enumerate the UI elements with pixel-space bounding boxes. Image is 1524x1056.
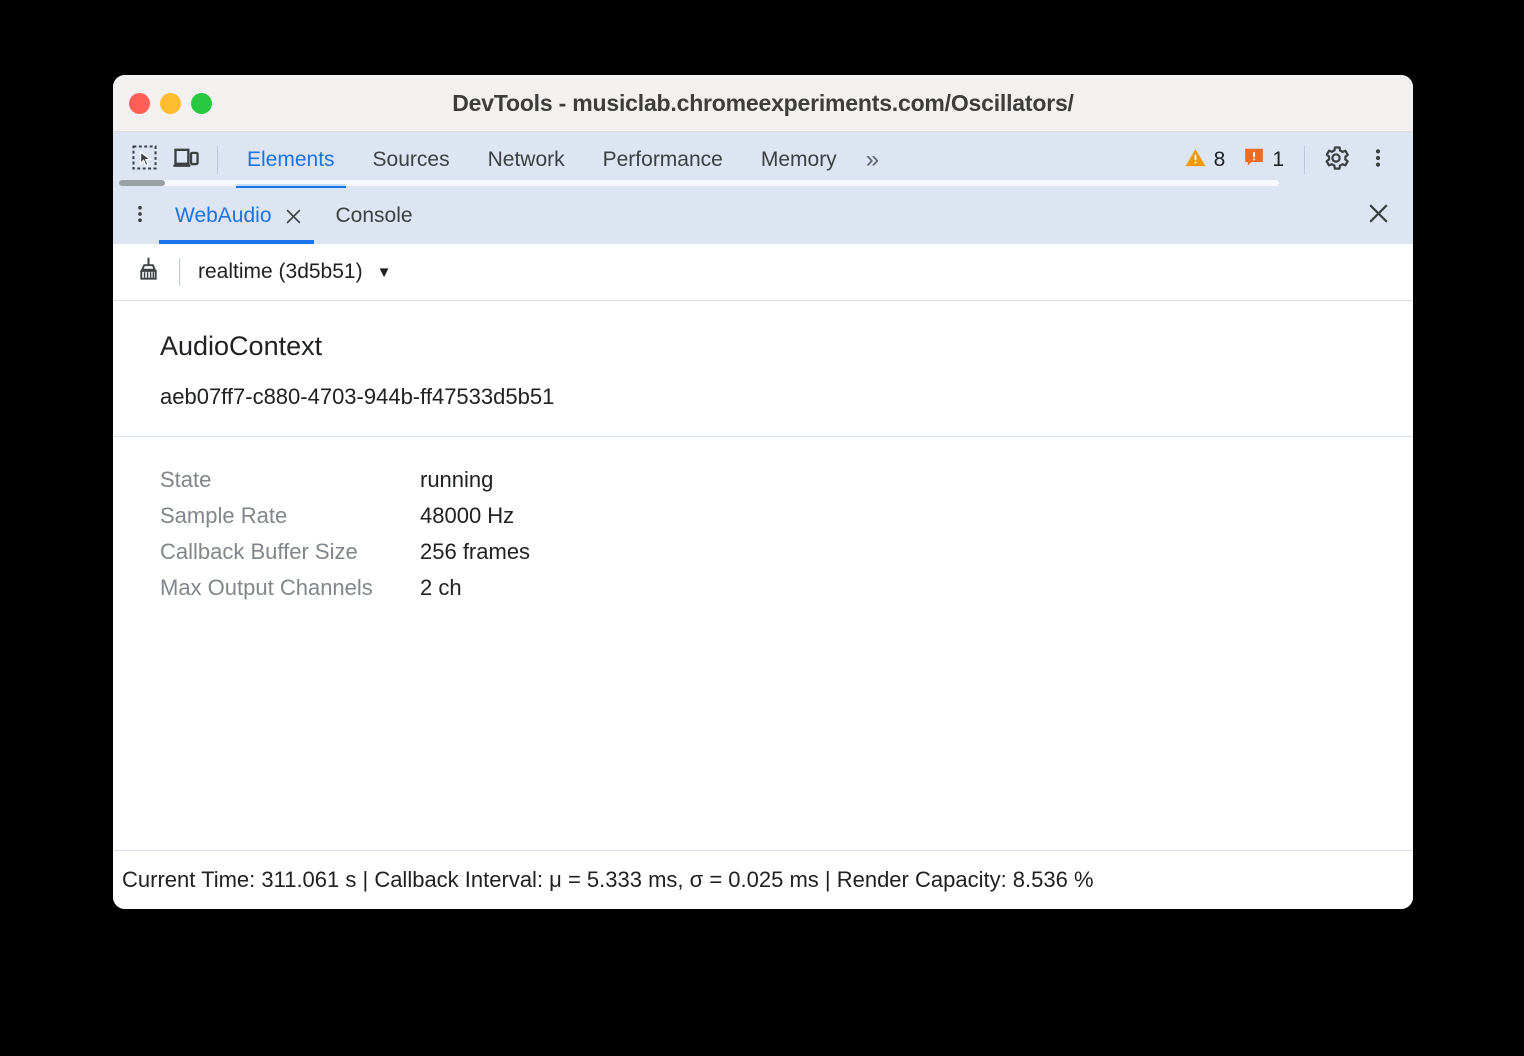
webaudio-toolbar-divider — [179, 258, 180, 286]
device-toolbar-button[interactable] — [165, 139, 207, 181]
devtools-window: DevTools - musiclab.chromeexperiments.co… — [113, 75, 1413, 909]
property-row-sample-rate: Sample Rate 48000 Hz — [160, 503, 1413, 539]
property-label-sample-rate: Sample Rate — [160, 503, 420, 529]
tab-performance-label: Performance — [603, 148, 723, 172]
property-row-max-output-channels: Max Output Channels 2 ch — [160, 575, 1413, 611]
close-icon — [1366, 201, 1391, 231]
window-title: DevTools - musiclab.chromeexperiments.co… — [113, 90, 1413, 117]
tab-network-label: Network — [488, 148, 565, 172]
property-value-max-output-channels: 2 ch — [420, 575, 462, 601]
audio-context-id: aeb07ff7-c880-4703-944b-ff47533d5b51 — [160, 384, 1413, 410]
window-titlebar: DevTools - musiclab.chromeexperiments.co… — [113, 75, 1413, 132]
error-badge[interactable]: 1 — [1237, 146, 1290, 174]
drawer-tab-console[interactable]: Console — [320, 188, 429, 244]
minimize-window-button[interactable] — [160, 93, 181, 114]
issue-badges: 8 1 — [1178, 146, 1290, 175]
property-label-max-output-channels: Max Output Channels — [160, 575, 420, 601]
property-row-state: State running — [160, 467, 1413, 503]
close-webaudio-tab-button[interactable] — [284, 206, 304, 226]
window-controls — [129, 93, 212, 114]
chevron-down-icon: ▼ — [377, 265, 392, 280]
close-drawer-button[interactable] — [1357, 195, 1399, 237]
drawer-tab-console-label: Console — [336, 204, 413, 228]
clear-broom-icon — [135, 256, 162, 288]
drawer-tab-bar: WebAudio Console — [113, 188, 1413, 244]
maximize-window-button[interactable] — [191, 93, 212, 114]
warning-triangle-icon — [1184, 146, 1207, 175]
screenshot-root: DevTools - musiclab.chromeexperiments.co… — [0, 0, 1524, 1056]
property-value-sample-rate: 48000 Hz — [420, 503, 514, 529]
audio-context-title: AudioContext — [160, 331, 1413, 362]
main-menu-button[interactable] — [1357, 139, 1399, 181]
audio-context-properties: State running Sample Rate 48000 Hz Callb… — [113, 437, 1413, 611]
drawer-tab-webaudio[interactable]: WebAudio — [159, 188, 320, 244]
kebab-menu-icon — [129, 203, 151, 230]
property-label-state: State — [160, 467, 420, 493]
property-row-callback-buffer-size: Callback Buffer Size 256 frames — [160, 539, 1413, 575]
clear-recordings-button[interactable] — [127, 251, 169, 293]
drawer-tab-webaudio-label: WebAudio — [175, 204, 272, 228]
toolbar-divider-right — [1304, 146, 1305, 174]
property-value-state: running — [420, 467, 493, 493]
tab-memory-label: Memory — [761, 148, 837, 172]
audio-context-header: AudioContext aeb07ff7-c880-4703-944b-ff4… — [113, 301, 1413, 437]
webaudio-content: AudioContext aeb07ff7-c880-4703-944b-ff4… — [113, 301, 1413, 850]
webaudio-toolbar: realtime (3d5b51) ▼ — [113, 244, 1413, 301]
error-message-icon — [1243, 146, 1265, 174]
webaudio-status-bar: Current Time: 311.061 s | Callback Inter… — [113, 850, 1413, 909]
inspect-element-icon — [131, 144, 158, 176]
tab-elements-label: Elements — [247, 148, 335, 172]
main-tab-bar: Elements Sources Network Performance Mem… — [113, 132, 1413, 188]
tab-sources-label: Sources — [373, 148, 450, 172]
toolbar-divider — [217, 146, 218, 174]
more-tabs-button[interactable]: » — [856, 148, 889, 172]
tab-scroll-track — [119, 180, 1279, 186]
drawer-more-tools-button[interactable] — [121, 197, 159, 235]
tab-scrollbar-thumb[interactable] — [119, 180, 165, 186]
close-window-button[interactable] — [129, 93, 150, 114]
audio-context-selector[interactable]: realtime (3d5b51) ▼ — [190, 256, 399, 288]
warning-badge[interactable]: 8 — [1178, 146, 1232, 175]
status-bar-text: Current Time: 311.061 s | Callback Inter… — [122, 867, 1094, 893]
audio-context-selector-value: realtime (3d5b51) — [198, 260, 363, 284]
device-toolbar-icon — [172, 144, 200, 177]
property-label-callback-buffer-size: Callback Buffer Size — [160, 539, 420, 565]
error-count: 1 — [1272, 148, 1284, 172]
property-value-callback-buffer-size: 256 frames — [420, 539, 530, 565]
kebab-menu-icon — [1366, 146, 1390, 175]
inspect-element-button[interactable] — [123, 139, 165, 181]
warning-count: 8 — [1214, 148, 1226, 172]
gear-icon — [1322, 144, 1350, 177]
settings-button[interactable] — [1315, 139, 1357, 181]
